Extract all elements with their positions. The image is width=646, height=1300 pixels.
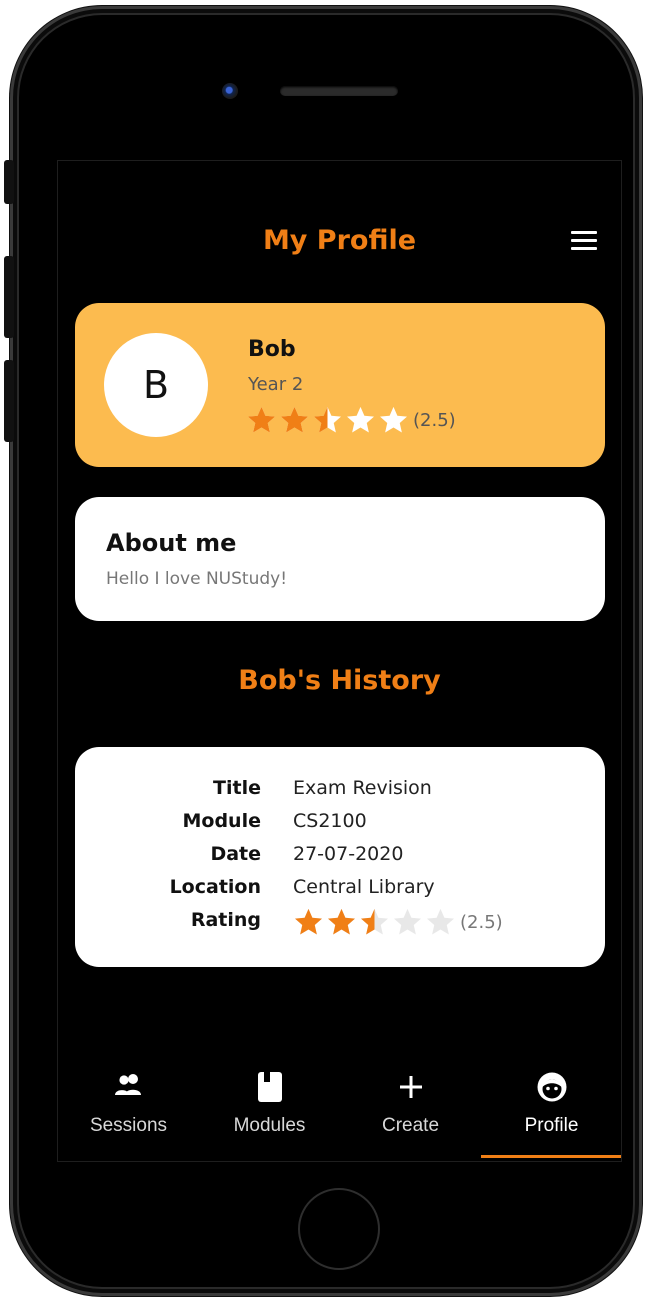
- tab-label: Create: [381, 1115, 440, 1136]
- history-title: Bob's History: [238, 665, 441, 696]
- page-title: My Profile: [262, 225, 417, 256]
- star-icon: [378, 405, 409, 435]
- people-icon: [112, 1071, 146, 1105]
- profile-year: Year 2: [248, 374, 304, 395]
- profile-card: B Bob Year 2 (2.5): [75, 303, 605, 467]
- history-row-location: Location Central Library: [75, 876, 605, 906]
- star-icon: [312, 405, 343, 435]
- about-card: About me Hello I love NUStudy!: [75, 497, 605, 621]
- speaker-grille: [280, 86, 398, 96]
- tab-label: Profile: [524, 1115, 579, 1136]
- history-label: Date: [210, 843, 261, 865]
- history-row-rating: Rating (2.5): [75, 907, 605, 939]
- star-icon: [425, 907, 456, 937]
- history-value: 27-07-2020: [293, 843, 404, 865]
- star-icon: [359, 907, 390, 937]
- history-label: Rating: [190, 909, 261, 931]
- history-rating: (2.5): [293, 907, 503, 937]
- history-row-title: Title Exam Revision: [75, 777, 605, 807]
- history-label: Location: [169, 876, 261, 898]
- header: My Profile: [58, 221, 621, 261]
- profile-rating-text: (2.5): [413, 409, 456, 431]
- app-screen: My Profile B Bob Year 2 (2.5) About me H…: [57, 160, 622, 1162]
- history-label: Title: [213, 777, 261, 799]
- star-icon: [392, 907, 423, 937]
- side-button: [4, 360, 14, 442]
- history-value: Central Library: [293, 876, 435, 898]
- star-icon: [345, 405, 376, 435]
- face-icon: [536, 1071, 568, 1107]
- star-icon: [246, 405, 277, 435]
- book-icon: [255, 1071, 285, 1107]
- tab-sessions[interactable]: Sessions: [58, 1061, 199, 1161]
- active-tab-indicator: [481, 1155, 621, 1158]
- history-row-module: Module CS2100: [75, 810, 605, 840]
- about-title: About me: [106, 529, 237, 557]
- profile-rating: (2.5): [246, 405, 456, 435]
- plus-icon: [396, 1071, 426, 1107]
- bottom-tab-bar: Sessions Modules Create Profile: [58, 1061, 621, 1161]
- side-button: [4, 160, 14, 204]
- camera-icon: [222, 83, 238, 99]
- tab-modules[interactable]: Modules: [199, 1061, 340, 1161]
- home-button[interactable]: [298, 1188, 380, 1270]
- side-button: [4, 256, 14, 338]
- star-icon: [279, 405, 310, 435]
- history-row-date: Date 27-07-2020: [75, 843, 605, 873]
- tab-label: Sessions: [89, 1115, 168, 1136]
- about-text: Hello I love NUStudy!: [106, 569, 288, 589]
- phone-frame: My Profile B Bob Year 2 (2.5) About me H…: [10, 6, 642, 1296]
- tab-profile[interactable]: Profile: [481, 1061, 622, 1161]
- hamburger-menu-icon[interactable]: [571, 231, 597, 251]
- avatar: B: [104, 333, 208, 437]
- history-rating-text: (2.5): [460, 911, 503, 933]
- tab-create[interactable]: Create: [340, 1061, 481, 1161]
- history-card: Title Exam Revision Module CS2100 Date 2…: [75, 747, 605, 967]
- history-value: Exam Revision: [293, 777, 432, 799]
- tab-label: Modules: [233, 1115, 306, 1136]
- profile-name: Bob: [248, 337, 296, 362]
- star-icon: [326, 907, 357, 937]
- history-label: Module: [182, 810, 262, 832]
- history-value: CS2100: [293, 810, 367, 832]
- star-icon: [293, 907, 324, 937]
